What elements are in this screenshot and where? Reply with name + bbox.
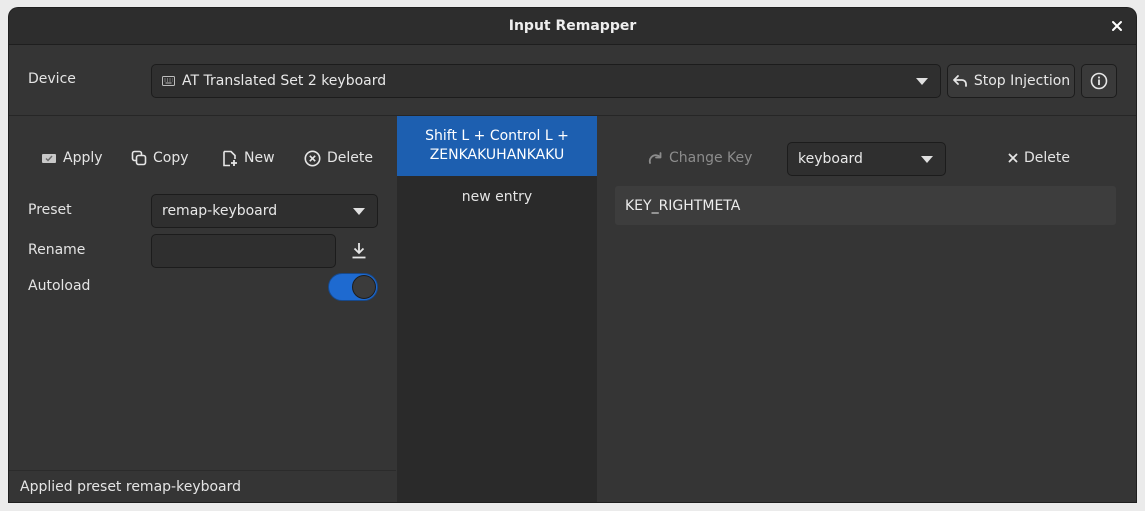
- apply-label: Apply: [63, 150, 103, 166]
- device-select-value: AT Translated Set 2 keyboard: [182, 73, 387, 89]
- chevron-down-icon: [921, 156, 933, 163]
- delete-preset-button[interactable]: Delete: [304, 144, 373, 172]
- new-button[interactable]: New: [222, 144, 275, 172]
- chevron-down-icon: [353, 208, 365, 215]
- delete-mapping-button[interactable]: Delete: [1008, 144, 1070, 172]
- keyboard-icon: [162, 76, 175, 86]
- target-select-value: keyboard: [798, 151, 863, 167]
- new-document-icon: [222, 150, 238, 167]
- change-key-button[interactable]: Change Key: [647, 144, 752, 172]
- stop-injection-label: Stop Injection: [973, 73, 1071, 89]
- list-item-line2: ZENKAKUHANKAKU: [429, 147, 565, 163]
- change-key-label: Change Key: [669, 150, 753, 166]
- copy-button[interactable]: Copy: [131, 144, 189, 172]
- autoload-toggle[interactable]: [328, 273, 378, 301]
- new-label: New: [244, 150, 275, 166]
- close-icon: [1111, 20, 1123, 32]
- list-item[interactable]: new entry: [397, 176, 597, 218]
- preset-label: Preset: [28, 202, 72, 218]
- device-row: Device AT Translated Set 2 keyboard Stop…: [9, 45, 1136, 116]
- delete-circle-icon: [304, 150, 321, 167]
- window-title: Input Remapper: [508, 18, 637, 34]
- app-window: Input Remapper Device AT Translated Set …: [9, 8, 1136, 502]
- preset-pane: Apply Copy New Delete Preset remap-keybo…: [9, 116, 396, 502]
- list-item-line1: Shift L + Control L +: [425, 128, 569, 144]
- close-button[interactable]: [1108, 17, 1126, 35]
- chevron-down-icon: [916, 78, 928, 85]
- delete-preset-label: Delete: [327, 150, 373, 166]
- redo-arrow-icon: [647, 151, 663, 165]
- info-icon: [1090, 72, 1108, 90]
- output-symbol-editor[interactable]: KEY_RIGHTMETA: [615, 186, 1116, 225]
- stop-injection-button[interactable]: Stop Injection: [947, 64, 1075, 98]
- status-bar: Applied preset remap-keyboard: [9, 470, 396, 502]
- device-label: Device: [28, 71, 76, 87]
- device-select[interactable]: AT Translated Set 2 keyboard: [151, 64, 941, 98]
- apply-icon: [41, 151, 57, 165]
- copy-label: Copy: [153, 150, 189, 166]
- save-download-icon[interactable]: [351, 242, 367, 259]
- rename-label: Rename: [28, 242, 86, 258]
- status-text: Applied preset remap-keyboard: [20, 478, 242, 495]
- info-button[interactable]: [1081, 64, 1117, 98]
- preset-select-value: remap-keyboard: [162, 203, 278, 219]
- delete-mapping-label: Delete: [1024, 150, 1070, 166]
- rename-input[interactable]: [151, 234, 336, 268]
- autoload-label: Autoload: [28, 278, 91, 294]
- list-item-label: new entry: [461, 189, 533, 205]
- preset-select[interactable]: remap-keyboard: [151, 194, 378, 228]
- undo-arrow-icon: [952, 74, 968, 88]
- close-icon: [1008, 153, 1018, 163]
- output-symbol-text: KEY_RIGHTMETA: [625, 197, 741, 214]
- apply-button[interactable]: Apply: [41, 144, 103, 172]
- list-item-selected[interactable]: Shift L + Control L + ZENKAKUHANKAKU: [397, 116, 597, 176]
- toggle-knob: [352, 275, 376, 299]
- editor-pane: Change Key keyboard Delete KEY_RIGHTMETA: [597, 116, 1136, 502]
- mapping-list: Shift L + Control L + ZENKAKUHANKAKU new…: [397, 116, 597, 502]
- title-bar: Input Remapper: [9, 8, 1136, 45]
- target-select[interactable]: keyboard: [787, 142, 946, 176]
- copy-icon: [131, 150, 147, 166]
